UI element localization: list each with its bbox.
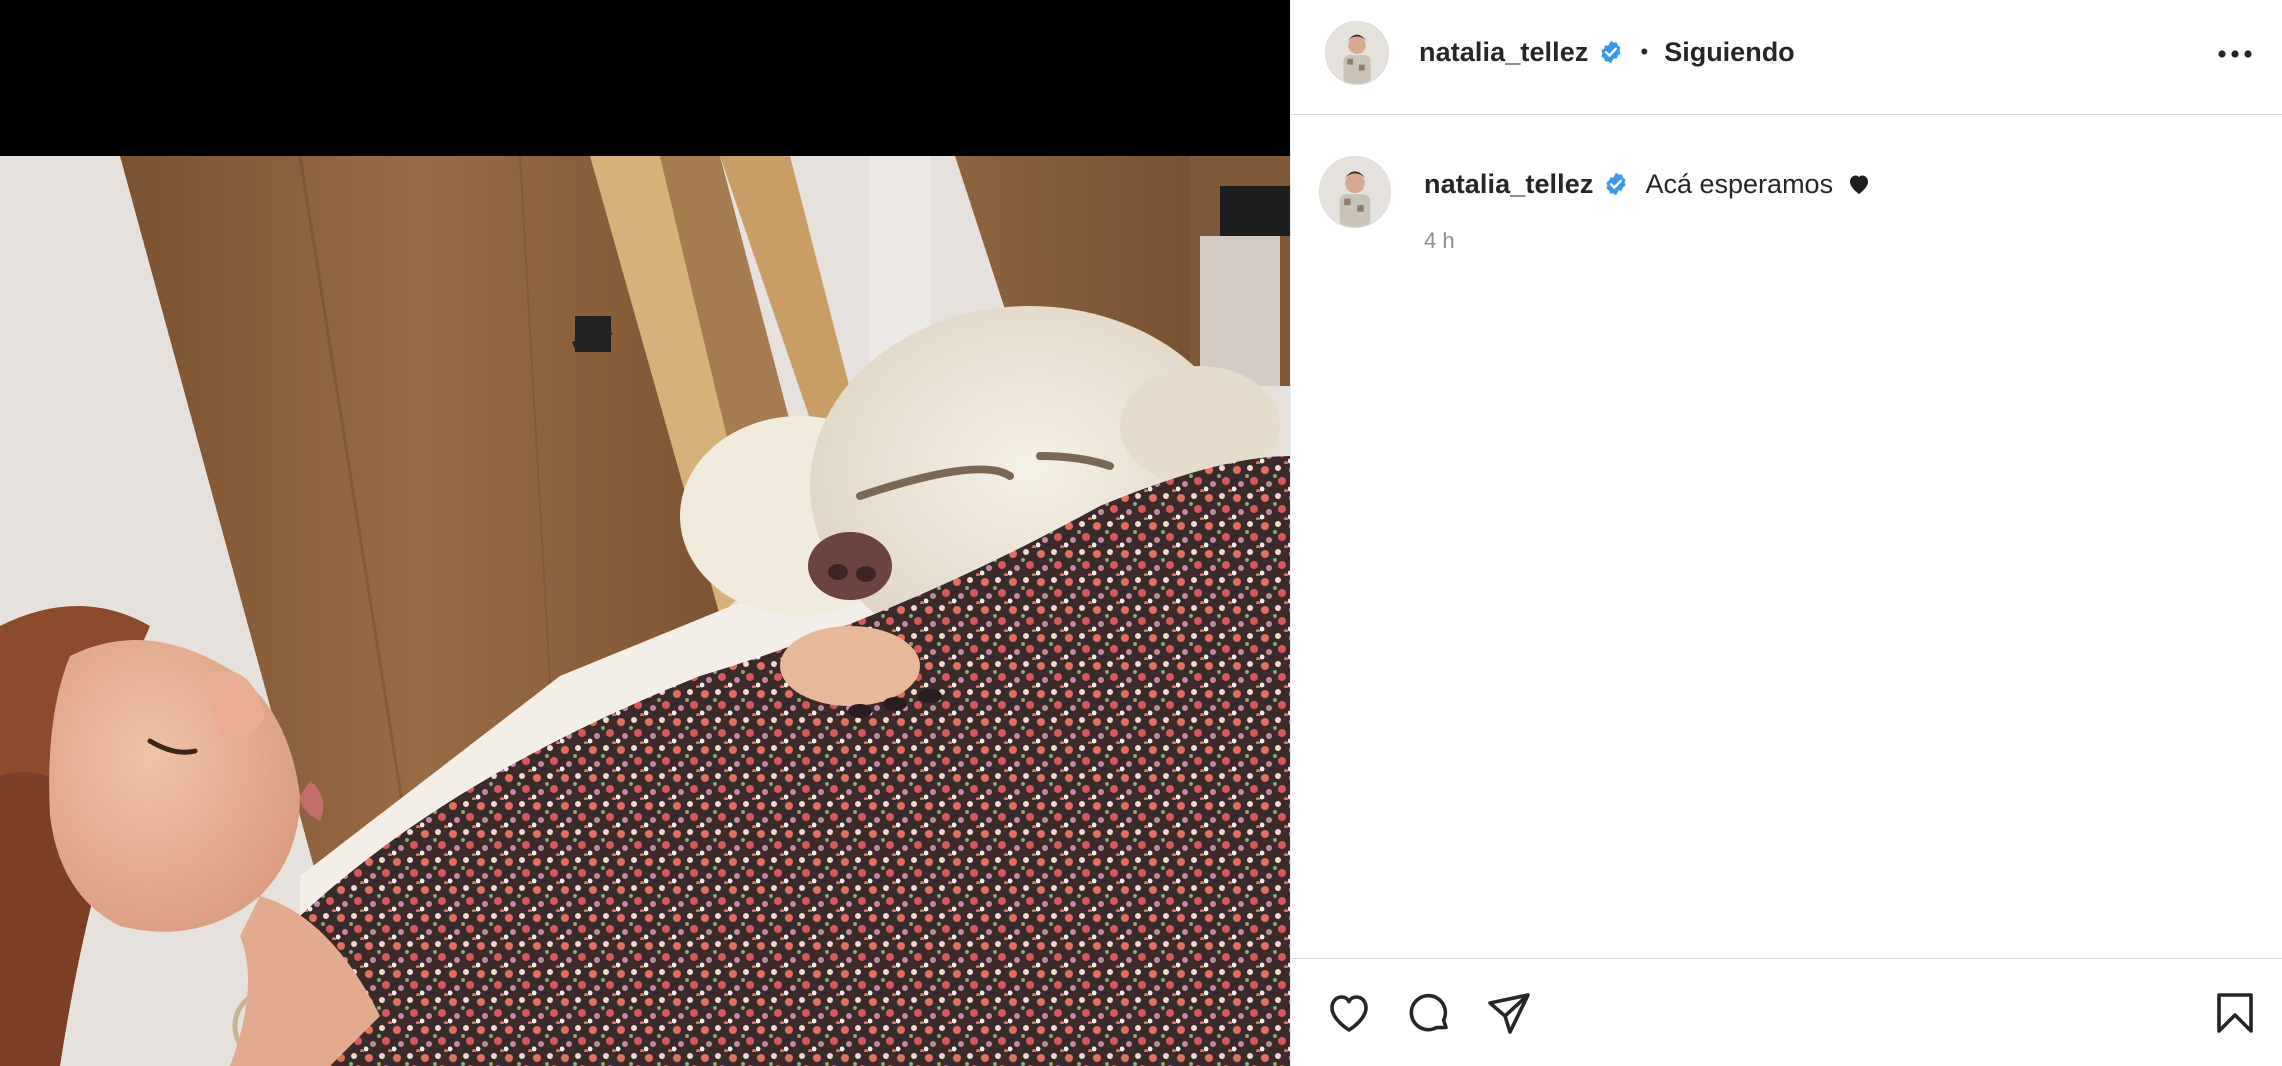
post-photo — [0, 156, 1290, 1066]
following-button[interactable]: Siguiendo — [1664, 37, 1795, 68]
bookmark-icon — [2217, 993, 2253, 1033]
comment-button[interactable] — [1403, 987, 1455, 1039]
caption-row: natalia_tellez Acá esperamos — [1424, 162, 1871, 206]
post-timestamp[interactable]: 4 h — [1424, 228, 1455, 254]
caption-author-avatar[interactable] — [1319, 156, 1391, 228]
like-button[interactable] — [1323, 987, 1375, 1039]
save-button[interactable] — [2209, 987, 2261, 1039]
post-actions-bar — [1291, 958, 2282, 1066]
more-horizontal-icon — [2218, 50, 2252, 58]
share-button[interactable] — [1483, 987, 1535, 1039]
black-heart-icon — [1847, 173, 1871, 195]
avatar-image — [1326, 22, 1388, 84]
paper-plane-icon — [1488, 993, 1530, 1034]
post-media[interactable] — [0, 0, 1290, 1066]
caption-text: Acá esperamos — [1645, 168, 1834, 199]
avatar-image — [1320, 157, 1390, 227]
verified-badge-icon — [1598, 39, 1624, 65]
post-photo-illustration — [0, 156, 1290, 1066]
header-username[interactable]: natalia_tellez — [1419, 37, 1588, 68]
post-side-panel: natalia_tellez • Siguiendo natalia_telle… — [1290, 0, 2282, 1066]
caption-username[interactable]: natalia_tellez — [1424, 169, 1593, 200]
comment-bubble-icon — [1409, 993, 1448, 1032]
header-separator: • — [1640, 39, 1649, 64]
header-user-row: natalia_tellez • Siguiendo — [1419, 30, 1795, 74]
more-options-button[interactable] — [2215, 34, 2255, 74]
heart-outline-icon — [1330, 995, 1368, 1032]
verified-badge-icon — [1603, 171, 1629, 197]
post-header: natalia_tellez • Siguiendo — [1291, 0, 2282, 115]
author-avatar[interactable] — [1325, 21, 1389, 85]
